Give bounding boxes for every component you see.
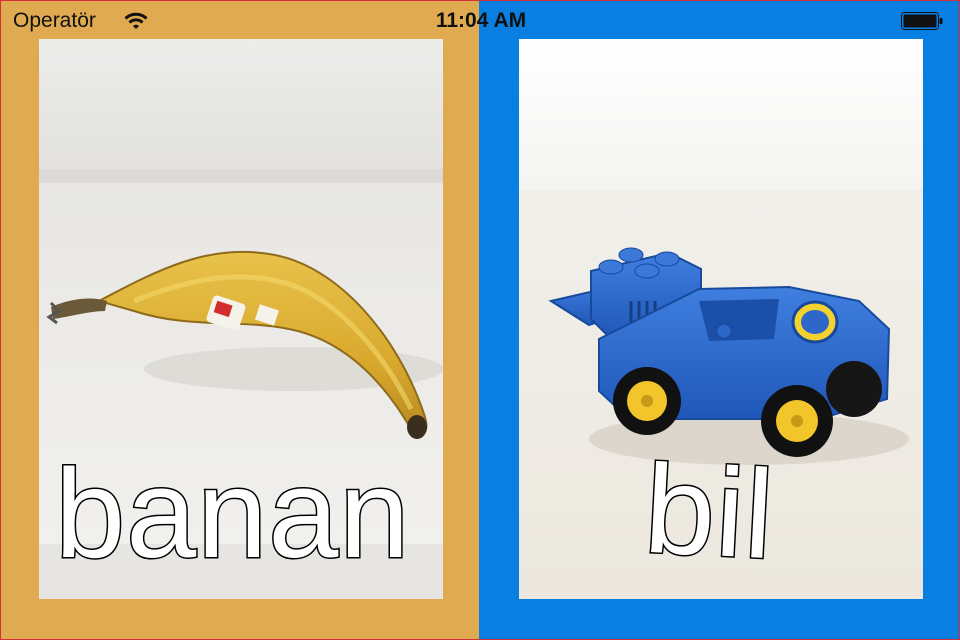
word-card-banana[interactable]: banan (39, 39, 443, 599)
word-card-car[interactable]: bil (519, 39, 923, 599)
status-time: 11:04 AM (435, 9, 527, 32)
word-label-banana: banan (53, 443, 411, 584)
status-bar: Operatör 11:04 AM (1, 1, 959, 41)
app-frame: Operatör 11:04 AM banan bil (0, 0, 960, 640)
word-label-car: bil (640, 436, 779, 587)
battery-full-icon (901, 12, 943, 30)
